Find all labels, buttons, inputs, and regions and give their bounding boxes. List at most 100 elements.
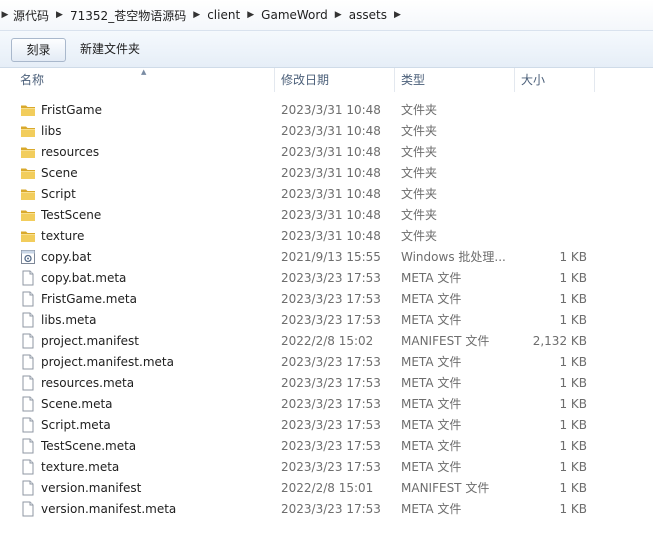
- breadcrumb-item-gameword[interactable]: GameWord: [258, 8, 331, 22]
- file-row[interactable]: Script.meta 2023/3/23 17:53 META 文件 1 KB: [0, 415, 653, 436]
- file-modified-date: 2021/9/13 15:55: [281, 250, 381, 264]
- file-name: texture.meta: [41, 460, 120, 474]
- file-name: resources: [41, 145, 100, 159]
- file-size: 1 KB: [559, 271, 587, 285]
- chevron-right-icon[interactable]: ▶: [0, 10, 10, 20]
- file-row[interactable]: TestScene.meta 2023/3/23 17:53 META 文件 1 KB: [0, 436, 653, 457]
- file-name: version.manifest: [41, 481, 142, 495]
- file-row[interactable]: libs 2023/3/31 10:48 文件夹: [0, 121, 653, 142]
- toolbar: 刻录 新建文件夹: [0, 31, 653, 68]
- file-type: MANIFEST 文件: [401, 334, 490, 348]
- file-row[interactable]: version.manifest 2022/2/8 15:01 MANIFEST 文…: [0, 478, 653, 499]
- file-row[interactable]: texture 2023/3/31 10:48 文件夹: [0, 226, 653, 247]
- chevron-right-icon[interactable]: ▶: [243, 10, 258, 20]
- file-icon: [20, 331, 36, 352]
- file-row[interactable]: resources.meta 2023/3/23 17:53 META 文件 1 KB: [0, 373, 653, 394]
- file-row[interactable]: FristGame.meta 2023/3/23 17:53 META 文件 1 KB: [0, 289, 653, 310]
- breadcrumb-item-source[interactable]: 源代码: [10, 7, 52, 24]
- file-row[interactable]: texture.meta 2023/3/23 17:53 META 文件 1 KB: [0, 457, 653, 478]
- file-size: [515, 121, 587, 142]
- file-icon: [20, 415, 36, 436]
- file-row[interactable]: version.manifest.meta 2023/3/23 17:53 META…: [0, 499, 653, 520]
- file-name: FristGame: [41, 103, 102, 117]
- file-modified-date: 2023/3/23 17:53: [281, 397, 381, 411]
- file-modified-date: 2023/3/31 10:48: [281, 103, 381, 117]
- file-icon: [20, 352, 36, 373]
- file-type: MANIFEST 文件: [401, 481, 490, 495]
- file-name: Script.meta: [41, 418, 111, 432]
- chevron-right-icon[interactable]: ▶: [52, 10, 67, 20]
- file-size: 1 KB: [559, 313, 587, 327]
- column-header-size[interactable]: 大小: [515, 68, 595, 92]
- breadcrumb-item-client[interactable]: client: [204, 8, 243, 22]
- file-icon: [20, 478, 36, 499]
- file-size: 1 KB: [559, 250, 587, 264]
- file-modified-date: 2023/3/31 10:48: [281, 229, 381, 243]
- file-type: Windows 批处理...: [401, 250, 506, 264]
- file-size: 1 KB: [559, 292, 587, 306]
- file-size: [515, 100, 587, 121]
- batch-file-icon: [20, 247, 36, 268]
- file-type: META 文件: [401, 418, 462, 432]
- file-name: project.manifest.meta: [41, 355, 174, 369]
- file-size: 1 KB: [559, 418, 587, 432]
- file-row[interactable]: libs.meta 2023/3/23 17:53 META 文件 1 KB: [0, 310, 653, 331]
- file-row[interactable]: TestScene 2023/3/31 10:48 文件夹: [0, 205, 653, 226]
- file-name: version.manifest.meta: [41, 502, 177, 516]
- file-modified-date: 2023/3/23 17:53: [281, 502, 381, 516]
- folder-icon: [20, 205, 36, 226]
- file-modified-date: 2023/3/31 10:48: [281, 145, 381, 159]
- file-size: 1 KB: [559, 502, 587, 516]
- chevron-right-icon[interactable]: ▶: [390, 10, 405, 20]
- file-type: META 文件: [401, 439, 462, 453]
- file-type: META 文件: [401, 355, 462, 369]
- address-bar[interactable]: ▶ 源代码 ▶ 71352_苍空物语源码 ▶ client ▶ GameWord…: [0, 0, 653, 31]
- explorer-window: ▶ 源代码 ▶ 71352_苍空物语源码 ▶ client ▶ GameWord…: [0, 0, 653, 548]
- chevron-right-icon[interactable]: ▶: [189, 10, 204, 20]
- file-modified-date: 2023/3/23 17:53: [281, 313, 381, 327]
- file-modified-date: 2023/3/23 17:53: [281, 418, 381, 432]
- file-modified-date: 2023/3/31 10:48: [281, 124, 381, 138]
- file-modified-date: 2023/3/31 10:48: [281, 166, 381, 180]
- file-row[interactable]: Scene.meta 2023/3/23 17:53 META 文件 1 KB: [0, 394, 653, 415]
- file-row[interactable]: Script 2023/3/31 10:48 文件夹: [0, 184, 653, 205]
- file-name: FristGame.meta: [41, 292, 137, 306]
- folder-icon: [20, 184, 36, 205]
- file-type: 文件夹: [401, 145, 438, 159]
- file-icon: [20, 373, 36, 394]
- file-type: 文件夹: [401, 208, 438, 222]
- file-name: Scene.meta: [41, 397, 113, 411]
- column-header-type[interactable]: 类型: [395, 68, 515, 92]
- file-row[interactable]: FristGame 2023/3/31 10:48 文件夹: [0, 100, 653, 121]
- sort-ascending-icon: ▲: [141, 68, 147, 76]
- file-row[interactable]: project.manifest.meta 2023/3/23 17:53 META…: [0, 352, 653, 373]
- file-size: 1 KB: [559, 397, 587, 411]
- file-name: libs.meta: [41, 313, 97, 327]
- file-row[interactable]: copy.bat.meta 2023/3/23 17:53 META 文件 1 KB: [0, 268, 653, 289]
- file-size: [515, 163, 587, 184]
- file-row[interactable]: resources 2023/3/31 10:48 文件夹: [0, 142, 653, 163]
- file-size: [515, 226, 587, 247]
- file-modified-date: 2023/3/31 10:48: [281, 187, 381, 201]
- file-name: TestScene: [41, 208, 102, 222]
- breadcrumb-item-project[interactable]: 71352_苍空物语源码: [67, 7, 189, 24]
- breadcrumb-item-assets[interactable]: assets: [346, 8, 390, 22]
- file-type: META 文件: [401, 502, 462, 516]
- file-icon: [20, 394, 36, 415]
- file-type: 文件夹: [401, 166, 438, 180]
- file-icon: [20, 289, 36, 310]
- column-header-date[interactable]: 修改日期: [275, 68, 395, 92]
- file-modified-date: 2023/3/23 17:53: [281, 271, 381, 285]
- chevron-right-icon[interactable]: ▶: [331, 10, 346, 20]
- file-row[interactable]: project.manifest 2022/2/8 15:02 MANIFEST 文…: [0, 331, 653, 352]
- file-type: 文件夹: [401, 103, 438, 117]
- file-row[interactable]: copy.bat 2021/9/13 15:55 Windows 批处理... 1 K…: [0, 247, 653, 268]
- folder-icon: [20, 121, 36, 142]
- file-row[interactable]: Scene 2023/3/31 10:48 文件夹: [0, 163, 653, 184]
- file-icon: [20, 457, 36, 478]
- burn-button[interactable]: 刻录: [11, 38, 66, 62]
- new-folder-button[interactable]: 新建文件夹: [72, 38, 148, 60]
- file-type: META 文件: [401, 292, 462, 306]
- file-name: resources.meta: [41, 376, 135, 390]
- file-name: copy.bat: [41, 250, 92, 264]
